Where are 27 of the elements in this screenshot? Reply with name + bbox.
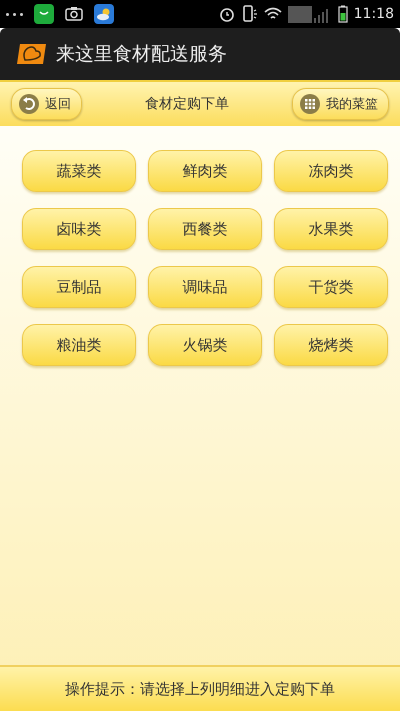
- category-button[interactable]: 西餐类: [148, 208, 262, 250]
- category-button[interactable]: 豆制品: [22, 266, 136, 308]
- back-icon: [19, 94, 39, 114]
- weather-icon: [94, 4, 114, 24]
- category-button[interactable]: 鲜肉类: [148, 150, 262, 192]
- more-icon: [6, 12, 24, 16]
- battery-icon: [338, 5, 348, 23]
- category-button[interactable]: 火锅类: [148, 324, 262, 366]
- category-button[interactable]: 调味品: [148, 266, 262, 308]
- camera-icon: [64, 5, 84, 23]
- phone-icon: [242, 5, 258, 23]
- page-title: 食材定购下单: [145, 95, 229, 113]
- category-button[interactable]: 卤味类: [22, 208, 136, 250]
- category-button[interactable]: 蔬菜类: [22, 150, 136, 192]
- category-button[interactable]: 冻肉类: [274, 150, 388, 192]
- category-button[interactable]: 水果类: [274, 208, 388, 250]
- category-button[interactable]: 粮油类: [22, 324, 136, 366]
- grid-icon: [300, 94, 320, 114]
- basket-button[interactable]: 我的菜篮: [292, 88, 389, 120]
- logo-icon: [16, 42, 48, 66]
- category-button[interactable]: 烧烤类: [274, 324, 388, 366]
- app-title: 来这里食材配送服务: [56, 42, 227, 67]
- back-button[interactable]: 返回: [11, 88, 82, 120]
- category-button[interactable]: 干货类: [274, 266, 388, 308]
- hint-text: 操作提示：请选择上列明细进入定购下单: [65, 680, 335, 698]
- alarm-icon: [218, 5, 236, 23]
- clock-text: 11:18: [354, 6, 394, 22]
